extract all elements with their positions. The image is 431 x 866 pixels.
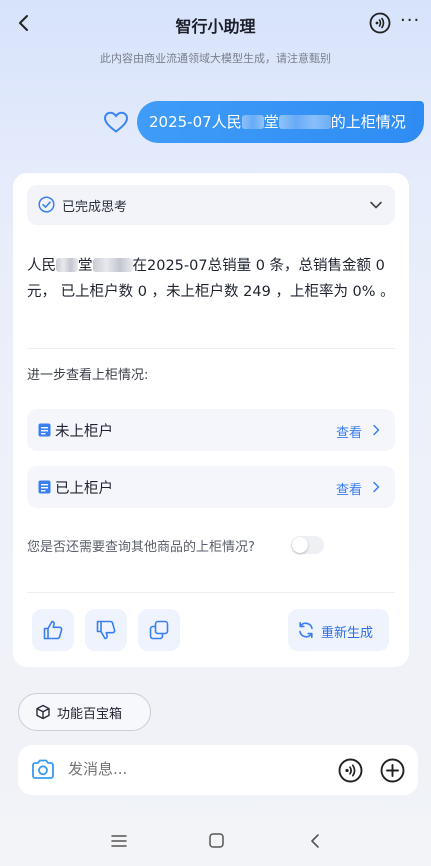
toggle-knob[interactable] — [292, 537, 308, 553]
redacted-text — [56, 258, 78, 272]
ai-disclaimer: 此内容由商业流通领域大模型生成，请注意甄别 — [100, 52, 331, 65]
answer-mid: 堂 — [78, 258, 93, 274]
chevron-right-icon — [373, 481, 380, 493]
copy-icon — [149, 620, 169, 640]
answer-text: 人民堂在2025-07总销量 0 条，总销售金额 0 元， 已上柜户数 0 ，未… — [27, 253, 395, 305]
check-circle-icon — [38, 196, 55, 213]
copy-button[interactable] — [138, 609, 180, 651]
follow-up-question: 您是否还需要查询其他商品的上柜情况? — [27, 540, 255, 555]
voice-broadcast-icon[interactable] — [369, 12, 391, 34]
chevron-right-icon — [373, 424, 380, 436]
message-input[interactable] — [68, 760, 308, 778]
redacted-text — [241, 115, 264, 129]
page-title: 智行小助理 — [175, 17, 256, 36]
recent-apps-icon[interactable] — [111, 834, 127, 848]
camera-icon[interactable] — [31, 758, 55, 780]
back-nav-icon[interactable] — [309, 833, 321, 849]
user-query-bubble: 2025-07人民 堂 的上柜情况 — [137, 101, 424, 143]
answer-prefix: 人民 — [27, 258, 56, 274]
thumbs-down-icon — [96, 620, 116, 640]
divider — [27, 592, 395, 593]
redacted-text — [278, 115, 331, 129]
row-label: 未上柜户 — [55, 424, 113, 440]
favorite-heart-icon[interactable] — [103, 110, 129, 134]
cube-icon — [36, 704, 50, 720]
divider — [27, 348, 395, 349]
further-section-title: 进一步查看上柜情况: — [27, 368, 149, 383]
thinking-status-label: 已完成思考 — [62, 200, 128, 215]
query-text-prefix: 2025-07人民 — [149, 113, 242, 131]
add-attachment-icon[interactable] — [380, 758, 405, 783]
view-link[interactable]: 查看 — [336, 422, 362, 441]
chevron-down-icon[interactable] — [369, 198, 383, 212]
query-text-suffix: 的上柜情况 — [330, 113, 406, 131]
view-link[interactable]: 查看 — [336, 479, 362, 498]
dislike-button[interactable] — [85, 609, 127, 651]
query-text-mid: 堂 — [263, 113, 279, 131]
row-label: 已上柜户 — [55, 481, 113, 497]
regenerate-label: 重新生成 — [321, 626, 374, 641]
document-icon — [38, 480, 51, 494]
more-options-button[interactable]: ··· — [400, 12, 420, 34]
voice-input-icon[interactable] — [338, 758, 363, 783]
refresh-icon — [299, 622, 313, 638]
redacted-text — [92, 258, 133, 272]
document-icon — [38, 423, 51, 437]
home-icon[interactable] — [209, 833, 224, 848]
toolbox-label: 功能百宝箱 — [57, 707, 123, 722]
thumbs-up-icon — [43, 620, 63, 640]
like-button[interactable] — [32, 609, 74, 651]
